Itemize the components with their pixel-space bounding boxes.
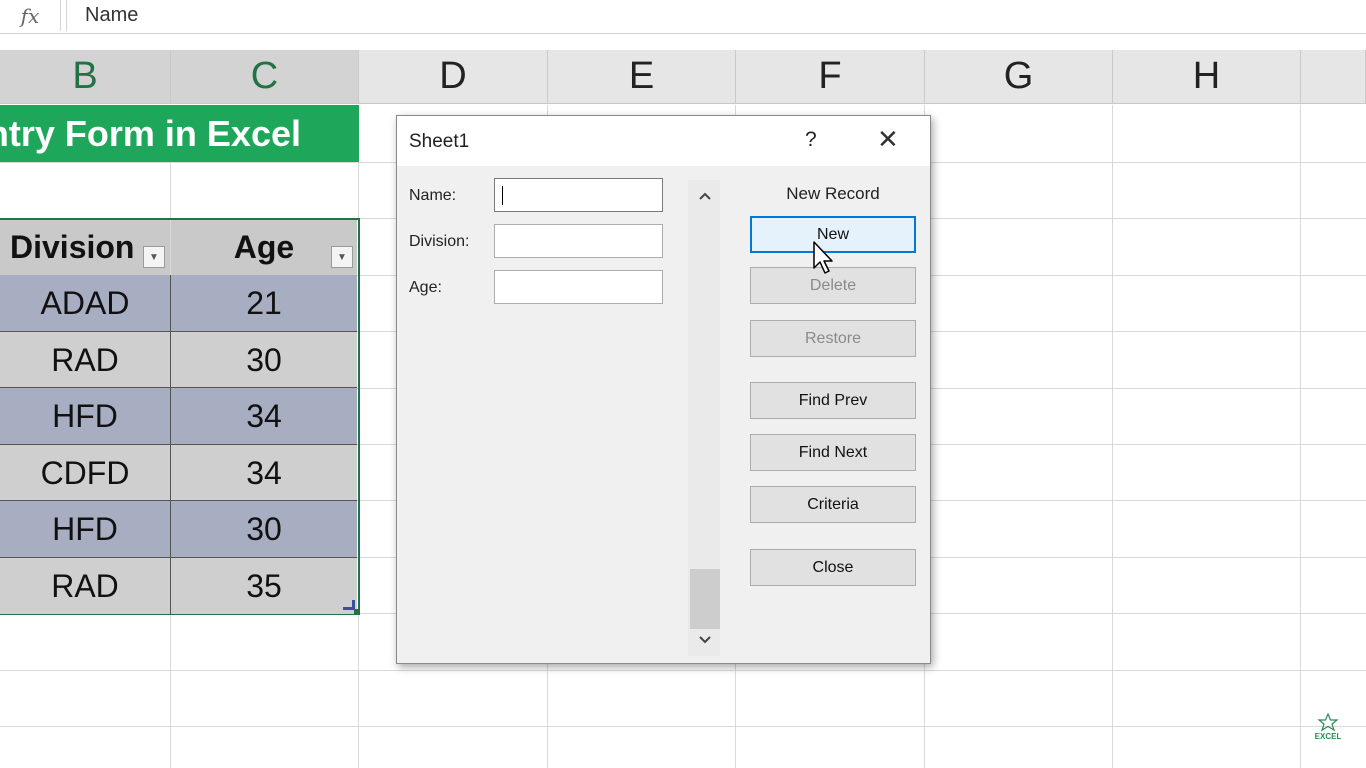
close-button[interactable]: Close	[750, 549, 916, 586]
record-status: New Record	[786, 184, 880, 203]
column-header-e[interactable]: E	[548, 50, 736, 104]
name-field[interactable]	[494, 178, 663, 212]
table-cell-age[interactable]: 21	[171, 275, 357, 331]
mouse-pointer-icon	[812, 240, 838, 276]
age-label: Age:	[409, 279, 442, 296]
formula-bar: fx Name	[0, 0, 1366, 34]
filter-dropdown-icon[interactable]: ▼	[143, 246, 165, 268]
age-field[interactable]	[494, 270, 663, 304]
filter-dropdown-icon[interactable]: ▼	[331, 246, 353, 268]
row-separator	[0, 387, 357, 388]
column-header-next[interactable]	[1301, 50, 1366, 104]
header-label: Age	[233, 229, 295, 265]
column-header-d[interactable]: D	[359, 50, 548, 104]
table-cell-division[interactable]: CDFD	[0, 445, 170, 501]
fx-icon[interactable]: fx	[0, 0, 61, 31]
table-cell-division[interactable]: RAD	[0, 558, 170, 614]
data-form-dialog: Sheet1 ? ✕ Name: Division: Age: New Reco…	[396, 115, 931, 664]
find-prev-button[interactable]: Find Prev	[750, 382, 916, 419]
scroll-thumb[interactable]	[690, 569, 720, 629]
division-label: Division:	[409, 233, 470, 250]
column-header-b[interactable]: B	[0, 50, 171, 104]
table-cell-age[interactable]: 35	[171, 558, 357, 614]
channel-logo: EXCEL	[1308, 712, 1348, 748]
grid-line	[1112, 105, 1113, 768]
grid-line	[0, 726, 1366, 727]
grid-line	[1300, 105, 1301, 768]
header-label: Division	[10, 229, 135, 265]
column-header-f[interactable]: F	[736, 50, 925, 104]
row-separator	[0, 444, 357, 445]
table-cell-age[interactable]: 34	[171, 388, 357, 444]
table-cell-division[interactable]: HFD	[0, 388, 170, 444]
header-gap	[0, 35, 1366, 50]
table-cell-age[interactable]: 30	[171, 332, 357, 388]
division-field[interactable]	[494, 224, 663, 258]
dialog-titlebar[interactable]	[397, 116, 930, 166]
fill-handle[interactable]	[354, 609, 360, 615]
chevron-down-icon[interactable]	[698, 632, 712, 650]
chevron-up-icon[interactable]	[698, 188, 712, 206]
close-icon[interactable]: ✕	[877, 124, 899, 155]
dialog-title: Sheet1	[409, 131, 470, 152]
find-next-button[interactable]: Find Next	[750, 434, 916, 471]
column-header-h[interactable]: H	[1113, 50, 1301, 104]
row-separator	[0, 331, 357, 332]
row-separator	[0, 557, 357, 558]
table-cell-age[interactable]: 34	[171, 445, 357, 501]
text-caret	[502, 186, 503, 205]
title-banner[interactable]: ntry Form in Excel	[0, 105, 359, 162]
column-header-g[interactable]: G	[925, 50, 1113, 104]
table-cell-division[interactable]: RAD	[0, 332, 170, 388]
record-scrollbar[interactable]	[688, 180, 720, 656]
name-label: Name:	[409, 187, 457, 204]
table-cell-age[interactable]: 30	[171, 501, 357, 557]
help-button[interactable]: ?	[805, 128, 817, 152]
table-cell-division[interactable]: ADAD	[0, 275, 170, 331]
grid-line	[0, 670, 1366, 671]
restore-button[interactable]: Restore	[750, 320, 916, 357]
column-header-c[interactable]: C	[171, 50, 359, 104]
criteria-button[interactable]: Criteria	[750, 486, 916, 523]
logo-text: EXCEL	[1314, 732, 1342, 741]
column-separator	[170, 275, 171, 614]
table-header-age[interactable]: Age	[171, 220, 357, 275]
formula-input[interactable]: Name	[66, 0, 1366, 31]
row-separator	[0, 500, 357, 501]
table-cell-division[interactable]: HFD	[0, 501, 170, 557]
